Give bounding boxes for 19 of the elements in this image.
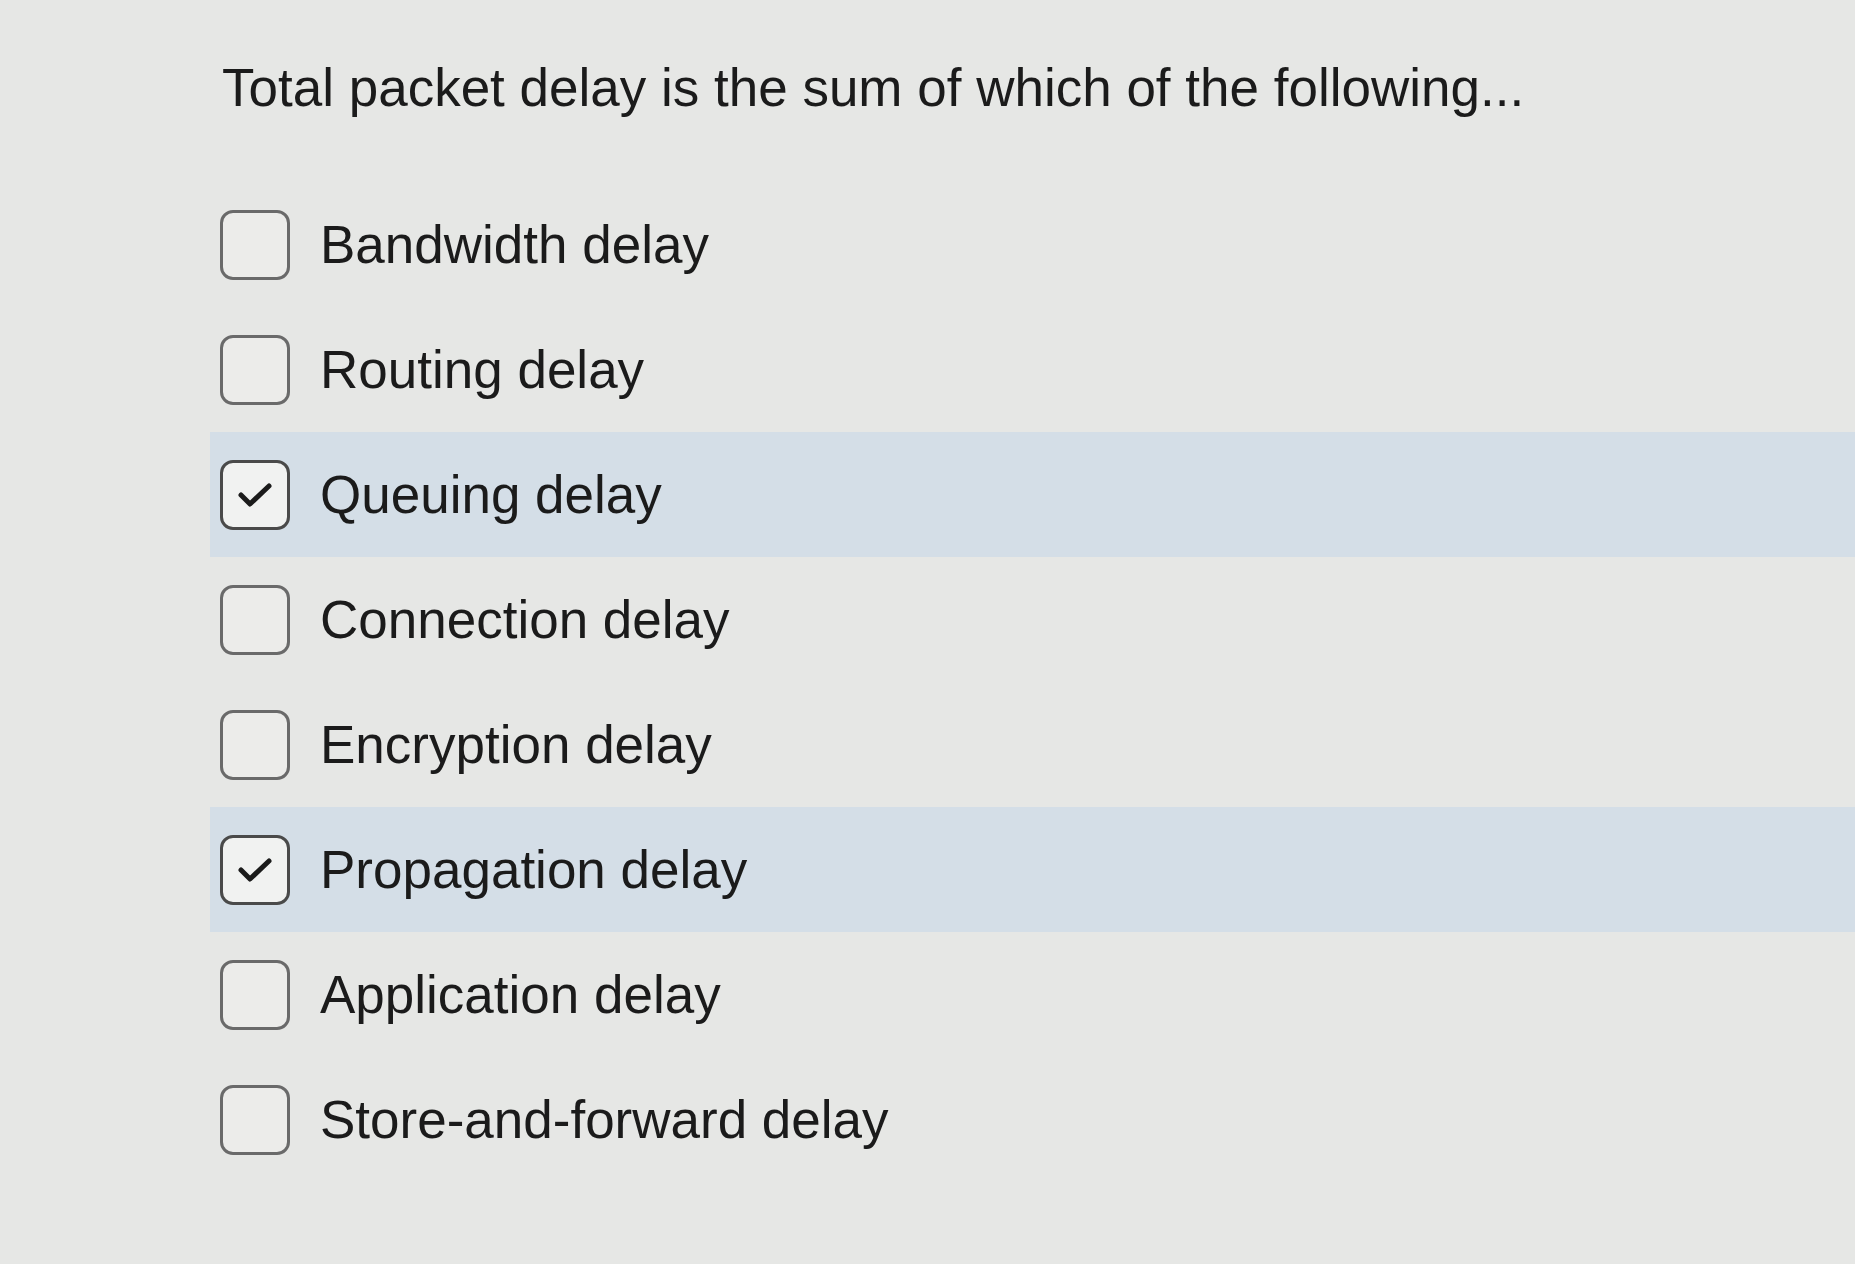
checkbox[interactable]	[220, 1084, 290, 1155]
checkmark-icon	[238, 856, 272, 883]
option-label: Propagation delay	[320, 838, 748, 901]
checkbox[interactable]	[220, 959, 290, 1030]
option-label: Store-and-forward delay	[320, 1088, 889, 1151]
option-label: Queuing delay	[320, 463, 662, 526]
checkbox[interactable]	[220, 459, 290, 530]
question-text: Total packet delay is the sum of which of the following...	[222, 57, 1525, 119]
checkbox[interactable]	[220, 209, 290, 280]
checkbox[interactable]	[220, 709, 290, 780]
checkbox[interactable]	[220, 334, 290, 405]
option-label: Encryption delay	[320, 713, 712, 776]
option-label: Connection delay	[320, 588, 730, 651]
checkbox[interactable]	[220, 834, 290, 905]
checkbox[interactable]	[220, 584, 290, 655]
option-label: Bandwidth delay	[320, 213, 709, 276]
option-label: Routing delay	[320, 338, 645, 401]
option-label: Application delay	[320, 963, 721, 1026]
checkmark-icon	[238, 481, 272, 508]
